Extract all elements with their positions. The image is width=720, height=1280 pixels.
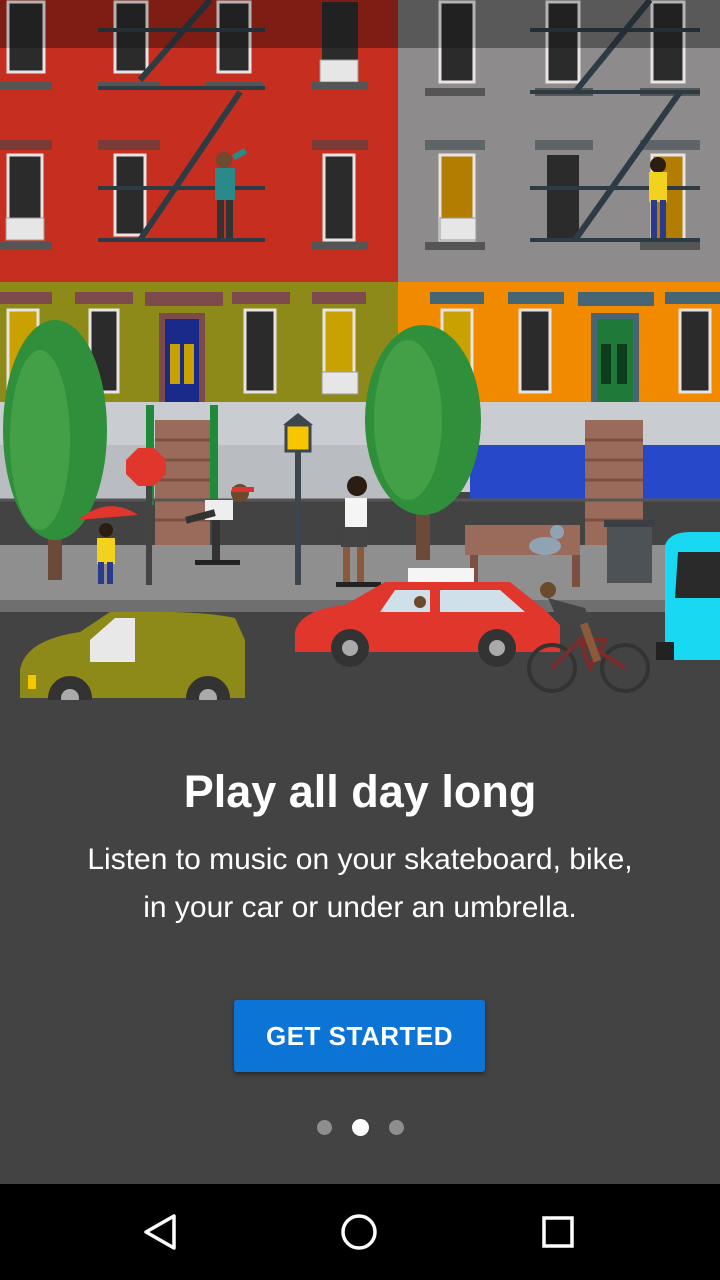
home-button[interactable] bbox=[329, 1202, 389, 1262]
page-subtitle: Listen to music on your skateboard, bike… bbox=[40, 836, 680, 932]
square-recents-icon bbox=[542, 1216, 574, 1248]
subtitle-line-2: in your car or under an umbrella. bbox=[143, 891, 577, 924]
triangle-back-icon bbox=[144, 1214, 176, 1250]
back-button[interactable] bbox=[130, 1202, 190, 1262]
page-dot-2-active[interactable] bbox=[351, 1119, 369, 1136]
page-dot-1[interactable] bbox=[316, 1120, 332, 1135]
page-indicator bbox=[0, 1119, 720, 1137]
circle-home-icon bbox=[341, 1214, 377, 1250]
onboarding-content: Play all day long Listen to music on you… bbox=[0, 700, 720, 1184]
recents-button[interactable] bbox=[528, 1202, 588, 1262]
system-navigation-bar bbox=[0, 1184, 720, 1280]
subtitle-line-1: Listen to music on your skateboard, bike… bbox=[87, 843, 633, 876]
get-started-button[interactable]: GET STARTED bbox=[234, 1000, 485, 1072]
page-dot-3[interactable] bbox=[388, 1120, 404, 1135]
city-street-illustration bbox=[0, 0, 720, 700]
page-title: Play all day long bbox=[183, 766, 537, 817]
